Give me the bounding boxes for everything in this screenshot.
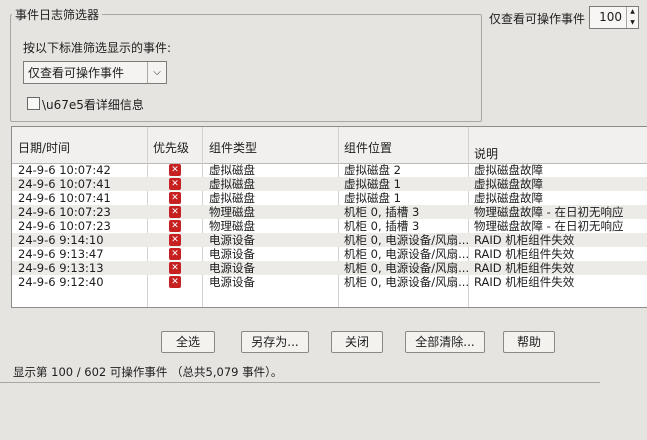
table-row[interactable]: 24-9-6 9:12:40 电源设备 机柜 0, 电源设备/风扇... RAID 机… — [12, 275, 647, 289]
cell-description: 虚拟磁盘故障 — [474, 163, 543, 177]
error-icon: ✕ — [169, 248, 181, 260]
header-datetime[interactable]: 日期/时间 — [18, 139, 70, 156]
cell-description: RAID 机柜组件失效 — [474, 247, 575, 261]
cell-description: RAID 机柜组件失效 — [474, 261, 575, 275]
header-priority[interactable]: 优先级 — [153, 139, 189, 156]
header-component-location[interactable]: 组件位置 — [344, 139, 392, 156]
table-header: 日期/时间 优先级 组件类型 组件位置 说明 — [12, 127, 647, 164]
cell-description: 物理磁盘故障 - 在日初无响应 — [474, 205, 624, 219]
table-row[interactable]: 24-9-6 10:07:23 物理磁盘 机柜 0, 插槽 3 物理磁盘故障 - 在日… — [12, 205, 647, 219]
cell-component-location: 虚拟磁盘 1 — [344, 177, 401, 191]
cell-component-type: 电源设备 — [209, 275, 255, 289]
detail-checkbox-label[interactable]: \u67e5看详细信息 — [42, 96, 144, 113]
cell-component-location: 虚拟磁盘 1 — [344, 191, 401, 205]
cell-description: 虚拟磁盘故障 — [474, 191, 543, 205]
cell-component-location: 机柜 0, 电源设备/风扇... — [344, 247, 470, 261]
error-icon: ✕ — [169, 262, 181, 274]
cell-datetime: 24-9-6 10:07:23 — [18, 205, 111, 219]
error-icon: ✕ — [169, 234, 181, 246]
event-count-value[interactable]: 100 — [590, 7, 626, 28]
cell-component-type: 电源设备 — [209, 233, 255, 247]
cell-component-location: 机柜 0, 插槽 3 — [344, 205, 420, 219]
help-button[interactable]: 帮助 — [503, 331, 555, 353]
cell-description: 虚拟磁盘故障 — [474, 177, 543, 191]
cell-datetime: 24-9-6 9:13:47 — [18, 247, 104, 261]
error-icon: ✕ — [169, 178, 181, 190]
select-all-button[interactable]: 全选 — [161, 331, 215, 353]
header-component-type[interactable]: 组件类型 — [209, 139, 257, 156]
cell-datetime: 24-9-6 10:07:41 — [18, 191, 111, 205]
filter-prompt: 按以下标准筛选显示的事件: — [23, 41, 172, 55]
cell-datetime: 24-9-6 9:12:40 — [18, 275, 104, 289]
status-text: 显示第 100 / 602 可操作事件 （总共5,079 事件）。 — [13, 365, 283, 379]
count-label: 仅查看可操作事件 — [489, 12, 586, 26]
cell-datetime: 24-9-6 10:07:23 — [18, 219, 111, 233]
save-as-button[interactable]: 另存为... — [241, 331, 309, 353]
cell-datetime: 24-9-6 10:07:41 — [18, 177, 111, 191]
cell-component-location: 虚拟磁盘 2 — [344, 163, 401, 177]
cell-datetime: 24-9-6 10:07:42 — [18, 163, 111, 177]
cell-component-location: 机柜 0, 插槽 3 — [344, 219, 420, 233]
filter-dropdown[interactable]: 仅查看可操作事件 ⌵ — [23, 61, 167, 84]
close-button[interactable]: 关闭 — [331, 331, 383, 353]
table-row[interactable]: 24-9-6 10:07:41 虚拟磁盘 虚拟磁盘 1 虚拟磁盘故障 ✕ — [12, 191, 647, 205]
header-description[interactable]: 说明 — [474, 145, 498, 162]
error-icon: ✕ — [169, 276, 181, 288]
event-count-spinner[interactable]: 100 ▲ ▼ — [589, 6, 639, 29]
table-row[interactable]: 24-9-6 10:07:23 物理磁盘 机柜 0, 插槽 3 物理磁盘故障 - 在日… — [12, 219, 647, 233]
clear-all-button[interactable]: 全部清除... — [405, 331, 485, 353]
filter-dropdown-value: 仅查看可操作事件 — [28, 66, 125, 80]
filter-group-title: 事件日志筛选器 — [12, 6, 103, 23]
detail-checkbox[interactable] — [27, 97, 40, 110]
error-icon: ✕ — [169, 192, 181, 204]
cell-component-location: 机柜 0, 电源设备/风扇... — [344, 275, 470, 289]
spinner-down-icon[interactable]: ▼ — [627, 18, 638, 29]
cell-component-type: 物理磁盘 — [209, 219, 255, 233]
status-divider — [0, 382, 600, 383]
cell-component-type: 电源设备 — [209, 261, 255, 275]
table-row[interactable]: 24-9-6 10:07:41 虚拟磁盘 虚拟磁盘 1 虚拟磁盘故障 ✕ — [12, 177, 647, 191]
error-icon: ✕ — [169, 206, 181, 218]
cell-description: 物理磁盘故障 - 在日初无响应 — [474, 219, 624, 233]
error-icon: ✕ — [169, 220, 181, 232]
table-row[interactable]: 24-9-6 9:14:10 电源设备 机柜 0, 电源设备/风扇... RAID 机… — [12, 233, 647, 247]
chevron-down-icon[interactable]: ⌵ — [147, 62, 166, 83]
table-row[interactable]: 24-9-6 9:13:13 电源设备 机柜 0, 电源设备/风扇... RAID 机… — [12, 261, 647, 275]
cell-datetime: 24-9-6 9:13:13 — [18, 261, 104, 275]
cell-description: RAID 机柜组件失效 — [474, 275, 575, 289]
table-row[interactable]: 24-9-6 9:13:47 电源设备 机柜 0, 电源设备/风扇... RAID 机… — [12, 247, 647, 261]
cell-description: RAID 机柜组件失效 — [474, 233, 575, 247]
cell-component-location: 机柜 0, 电源设备/风扇... — [344, 233, 470, 247]
table-row[interactable]: 24-9-6 10:07:42 虚拟磁盘 虚拟磁盘 2 虚拟磁盘故障 ✕ — [12, 163, 647, 177]
events-table: 日期/时间 优先级 组件类型 组件位置 说明 24-9-6 10:07:42 虚拟… — [11, 126, 647, 308]
cell-component-type: 物理磁盘 — [209, 205, 255, 219]
cell-component-location: 机柜 0, 电源设备/风扇... — [344, 261, 470, 275]
cell-component-type: 电源设备 — [209, 247, 255, 261]
cell-datetime: 24-9-6 9:14:10 — [18, 233, 104, 247]
error-icon: ✕ — [169, 164, 181, 176]
spinner-up-icon[interactable]: ▲ — [627, 7, 638, 18]
cell-component-type: 虚拟磁盘 — [209, 177, 255, 191]
cell-component-type: 虚拟磁盘 — [209, 163, 255, 177]
cell-component-type: 虚拟磁盘 — [209, 191, 255, 205]
